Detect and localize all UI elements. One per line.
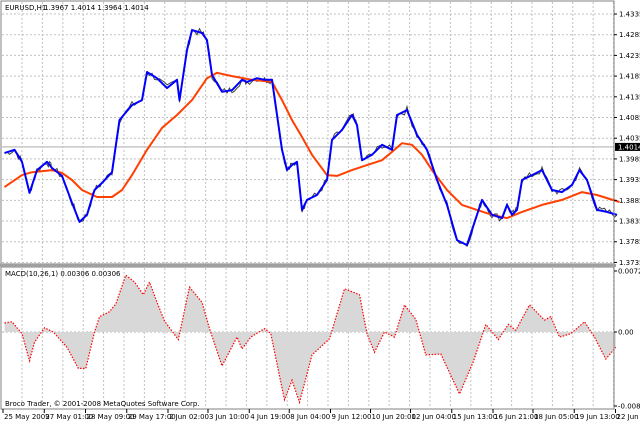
- price-tick-label: 1.3935: [619, 176, 640, 184]
- macd-histogram: [4, 275, 616, 403]
- price-tick-label: 1.3835: [619, 218, 640, 226]
- price-plot: [2, 27, 620, 248]
- chart-ohlc: 1.3967 1.4014 1.3964 1.4014: [44, 4, 149, 12]
- time-tick-label: 3 Jun 10:00: [209, 413, 249, 421]
- time-tick-label: 2 Jun 02:00: [169, 413, 209, 421]
- price-tick-label: 1.4185: [619, 73, 640, 81]
- time-tick-label: 19 Jun 13:00: [575, 413, 619, 421]
- time-tick-label: 16 Jun 21:00: [494, 413, 538, 421]
- time-tick-label: 25 May 2009: [4, 413, 50, 421]
- price-tick-label: 1.4335: [619, 11, 640, 19]
- price-line: [4, 29, 618, 247]
- current-price-label: 1.4014: [618, 143, 640, 151]
- price-tick-label: 1.3985: [619, 155, 640, 163]
- time-tick-label: 15 Jun 13:00: [453, 413, 497, 421]
- copyright-text: Broco Trader, © 2001-2008 MetaQuotes Sof…: [5, 400, 200, 408]
- macd-tick-label: 0.00721: [618, 268, 640, 276]
- time-tick-label: 9 Jun 12:00: [332, 413, 372, 421]
- price-tick-label: 1.3735: [619, 259, 640, 267]
- price-tick-label: 1.3885: [619, 197, 640, 205]
- price-tick-label: 1.4235: [619, 52, 640, 60]
- time-tick-label: 4 Jun 19:00: [250, 413, 290, 421]
- raw-price-line: [4, 27, 618, 248]
- price-tick-label: 1.4085: [619, 114, 640, 122]
- macd-tick-label: -0.00857: [618, 403, 640, 411]
- chart-canvas[interactable]: 1.4335 1.4285 1.4235 1.4185 1.4135 1.4085 1.40…: [0, 0, 640, 422]
- time-tick-label: 22 Jun 22:00: [617, 413, 640, 421]
- macd-plot: [2, 274, 617, 405]
- macd-tick-label: 0.00: [618, 329, 634, 337]
- time-tick-label: 10 Jun 20:00: [372, 413, 416, 421]
- time-tick-label: 18 Jun 05:00: [534, 413, 578, 421]
- price-tick-label: 1.4135: [619, 93, 640, 101]
- price-tick-label: 1.4035: [619, 135, 640, 143]
- time-tick-label: 12 Jun 04:00: [412, 413, 456, 421]
- chart-symbol: EURUSD,H1: [5, 4, 46, 12]
- price-tick-label: 1.3785: [619, 238, 640, 246]
- price-pane-frame: [0, 0, 615, 265]
- chart-window: 1.4335 1.4285 1.4235 1.4185 1.4135 1.4085 1.40…: [0, 0, 640, 422]
- macd-title: MACD(10,26,1) 0.00306 0.00306: [5, 270, 121, 278]
- price-tick-label: 1.4285: [619, 31, 640, 39]
- time-tick-label: 8 Jun 04:00: [290, 413, 330, 421]
- axes: 1.4335 1.4285 1.4235 1.4185 1.4135 1.4085 1.40…: [0, 0, 640, 421]
- pane-separator: [0, 264, 616, 267]
